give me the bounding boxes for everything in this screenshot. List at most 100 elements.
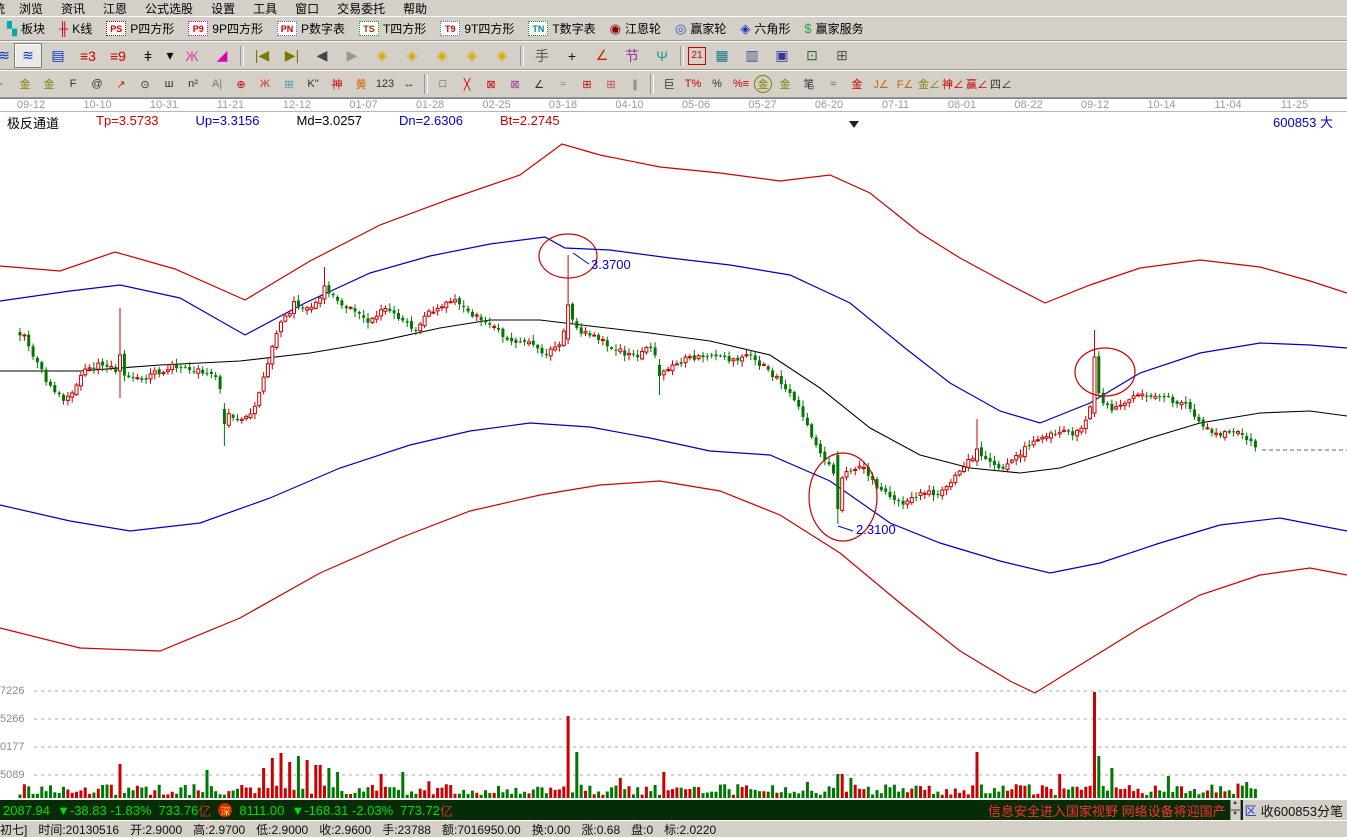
- k-quote-icon[interactable]: K": [302, 74, 324, 94]
- angle-measure-icon[interactable]: ∠: [588, 43, 616, 68]
- parallel-lines-icon[interactable]: ∥: [624, 74, 646, 94]
- next-page-icon[interactable]: ▶: [338, 43, 366, 68]
- last-page-icon[interactable]: ▶|: [278, 43, 306, 68]
- diamond-right-icon[interactable]: ◈: [398, 43, 426, 68]
- win-angle-icon[interactable]: 赢∠: [966, 74, 988, 94]
- circle-gold-icon[interactable]: 金: [754, 75, 772, 93]
- prev-page-icon[interactable]: ◀: [308, 43, 336, 68]
- cycle-ruler-icon[interactable]: ⊙: [134, 74, 156, 94]
- p9-square-button[interactable]: P99P四方形: [181, 19, 270, 38]
- candle-style-caret-icon[interactable]: ▾: [164, 43, 176, 68]
- indicator-up-value: Up=3.3156: [196, 113, 260, 132]
- gold-red-icon[interactable]: 金: [846, 74, 868, 94]
- percent-lines-icon[interactable]: %≡: [730, 74, 752, 94]
- ruler-123-icon[interactable]: 123: [374, 74, 396, 94]
- sh-index-segment-3: 亿: [198, 801, 211, 820]
- gann-tool-icon[interactable]: 节: [618, 43, 646, 68]
- calculator-icon[interactable]: ▦: [708, 43, 736, 68]
- brush-icon[interactable]: 笔: [798, 74, 820, 94]
- winner-wheel-button[interactable]: ◎赢家轮: [668, 19, 733, 38]
- percent-icon[interactable]: %: [706, 74, 728, 94]
- p-square-button[interactable]: PSP四方形: [99, 19, 181, 38]
- t-table-button[interactable]: TNT数字表: [521, 19, 602, 38]
- menu-item-8[interactable]: 帮助: [394, 0, 436, 17]
- profile-chart-icon[interactable]: ◢: [208, 43, 236, 68]
- gold-angle-icon[interactable]: 金∠: [918, 74, 940, 94]
- gold-lines-icon[interactable]: 金: [774, 74, 796, 94]
- gold-grid-icon[interactable]: 金: [14, 74, 36, 94]
- diamond-compress-icon[interactable]: ◈: [458, 43, 486, 68]
- compass-icon[interactable]: ⊕: [230, 74, 252, 94]
- menu-item-6[interactable]: 窗口: [286, 0, 328, 17]
- menu-item-2[interactable]: 江恩: [94, 0, 136, 17]
- diamond-expand-icon[interactable]: ◈: [428, 43, 456, 68]
- calendar-icon[interactable]: 21: [688, 47, 706, 65]
- box-rays-2-icon[interactable]: ⊠: [504, 74, 526, 94]
- grid-box-icon[interactable]: ⊞: [278, 74, 300, 94]
- diamond-center-icon[interactable]: ◈: [488, 43, 516, 68]
- scale-ruler-icon[interactable]: 巨: [658, 74, 680, 94]
- mirror-icon[interactable]: A|: [206, 74, 228, 94]
- bars-9-icon[interactable]: ≡9: [104, 43, 132, 68]
- shen-angle-icon[interactable]: 神∠: [942, 74, 964, 94]
- span-measure-icon[interactable]: ↔: [398, 74, 420, 94]
- print-icon[interactable]: ⊞: [828, 43, 856, 68]
- grid-target-icon[interactable]: ⊞: [600, 74, 622, 94]
- menu-item-1[interactable]: 资讯: [52, 0, 94, 17]
- zigzag-icon[interactable]: ≈: [552, 74, 574, 94]
- menu-item-7[interactable]: 交易委托: [328, 0, 394, 17]
- crosshair-icon[interactable]: +: [558, 43, 586, 68]
- starburst-icon[interactable]: Ж: [254, 74, 276, 94]
- sectors-button[interactable]: ▚板块: [0, 19, 52, 38]
- menu-item-partial[interactable]: 统: [0, 0, 10, 17]
- winner-service-button[interactable]: $赢家服务: [797, 19, 870, 38]
- chart-area[interactable]: 3.37002.3100 09-1210-1010-3111-2112-1201…: [0, 98, 1347, 800]
- t9-square-button[interactable]: T99T四方形: [433, 19, 521, 38]
- shen-tool-icon[interactable]: 神: [326, 74, 348, 94]
- menu-item-3[interactable]: 公式选股: [136, 0, 202, 17]
- angle-lines-icon[interactable]: ∠: [528, 74, 550, 94]
- menu-item-0[interactable]: 浏览: [10, 0, 52, 17]
- rocket-ruler-icon[interactable]: ↗: [110, 74, 132, 94]
- export-icon[interactable]: ⊡: [798, 43, 826, 68]
- partial-wave-icon[interactable]: ≋: [0, 43, 13, 68]
- menu-bar: 统 浏览资讯江恩公式选股设置工具窗口交易委托帮助: [0, 0, 1347, 16]
- menu-item-4[interactable]: 设置: [202, 0, 244, 17]
- rays-icon[interactable]: ╳: [456, 74, 478, 94]
- j-angle-icon[interactable]: J∠: [870, 74, 892, 94]
- spinner-control[interactable]: ▲▼: [1230, 800, 1241, 820]
- gold-grid-2-icon[interactable]: 金: [38, 74, 60, 94]
- hexagon-button[interactable]: ◈六角形: [733, 19, 797, 38]
- pattern-icon[interactable]: Ж: [178, 43, 206, 68]
- trend-zone-icon[interactable]: ≋: [14, 43, 42, 68]
- kline-button[interactable]: ╫K线: [52, 19, 99, 38]
- comb-ruler-icon[interactable]: ш: [158, 74, 180, 94]
- chips-icon[interactable]: Ψ: [648, 43, 676, 68]
- hand-tool-icon[interactable]: 手: [528, 43, 556, 68]
- f-angle-icon[interactable]: F∠: [894, 74, 916, 94]
- gann-wheel-button[interactable]: ◉江恩轮: [603, 19, 668, 38]
- f-grid-icon[interactable]: F: [62, 74, 84, 94]
- candle-style-icon[interactable]: ǂ: [134, 43, 162, 68]
- bars-3-icon[interactable]: ≡3: [74, 43, 102, 68]
- ticker-icon[interactable]: 区: [1243, 800, 1259, 820]
- square-tool-icon[interactable]: □: [432, 74, 454, 94]
- wave-icon[interactable]: ≈: [822, 74, 844, 94]
- spiral-icon[interactable]: @: [86, 74, 108, 94]
- n2-ruler-icon[interactable]: n²: [182, 74, 204, 94]
- p-table-button[interactable]: PNP数字表: [270, 19, 352, 38]
- box-rays-icon[interactable]: ⊠: [480, 74, 502, 94]
- t-percent-icon[interactable]: T%: [682, 74, 704, 94]
- t-square-button[interactable]: TST四方形: [352, 19, 433, 38]
- notes-icon[interactable]: ▤: [44, 43, 72, 68]
- first-page-icon[interactable]: |◀: [248, 43, 276, 68]
- huang-tool-icon[interactable]: 黄: [350, 74, 372, 94]
- notepad-icon[interactable]: ▥: [738, 43, 766, 68]
- diamond-left-icon[interactable]: ◈: [368, 43, 396, 68]
- candlestick-chart-canvas[interactable]: 3.37002.3100: [0, 99, 1347, 800]
- save-icon[interactable]: ▣: [768, 43, 796, 68]
- partial-tool-icon[interactable]: -: [0, 74, 12, 94]
- menu-item-5[interactable]: 工具: [244, 0, 286, 17]
- red-grid-icon[interactable]: ⊞: [576, 74, 598, 94]
- four-angle-icon[interactable]: 四∠: [990, 74, 1012, 94]
